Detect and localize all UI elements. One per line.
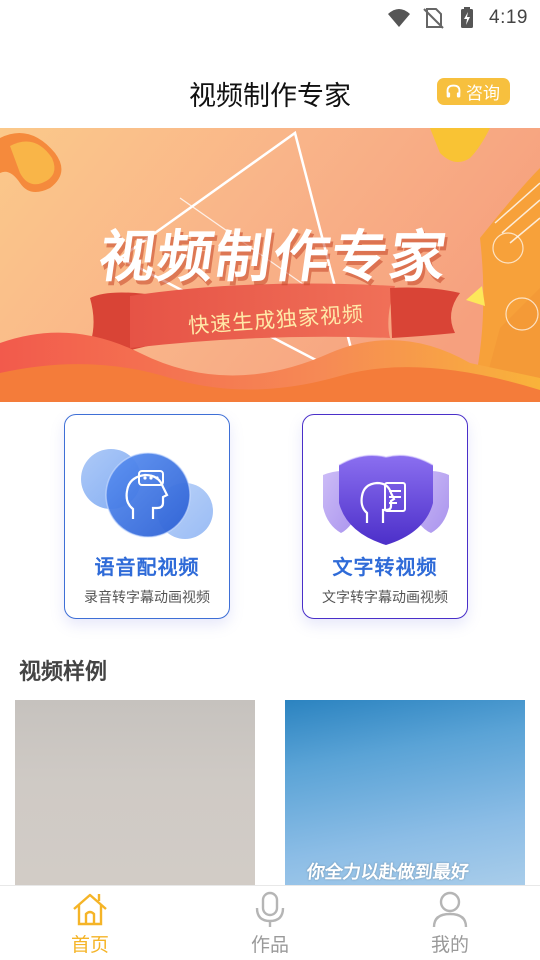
consult-label: 咨询 [466,84,500,104]
sample-caption: 你全力以赴做到最好 [305,862,470,883]
nav-profile-label: 我的 [430,934,469,956]
sample-video-thumbnail[interactable]: 你全力以赴做到最好 [285,700,525,886]
samples-section-title: 视频样例 [19,660,108,685]
battery-charging-icon [461,7,474,28]
nav-home[interactable]: 首页 [0,886,180,960]
bottom-nav: 首页 作品 我的 [0,885,540,960]
voice-to-video-card[interactable]: 语音配视频 录音转字幕动画视频 [64,414,230,619]
headset-icon [446,84,461,98]
microphone-icon [255,891,285,927]
text-to-video-card[interactable]: 文字转视频 文字转字幕动画视频 [302,414,468,619]
voice-chat-icon [81,449,213,539]
home-icon [73,893,107,926]
sample-video-thumbnail[interactable] [15,700,255,886]
text-shield-icon [323,454,449,545]
user-icon [432,891,468,928]
no-sim-icon [423,8,444,29]
app-header: 视频制作专家 咨询 [0,60,540,128]
status-bar: 4:19 [0,0,540,36]
voice-card-title: 语音配视频 [94,555,200,579]
text-card-desc: 文字转字幕动画视频 [322,590,448,606]
voice-card-desc: 录音转字幕动画视频 [84,590,210,606]
wifi-icon [388,9,411,27]
clock: 4:19 [489,7,528,28]
nav-home-label: 首页 [70,934,109,956]
banner-title: 视频制作专家 [94,225,452,290]
hero-banner[interactable]: 视频制作专家 快速生成独家视频 [0,128,540,402]
nav-profile[interactable]: 我的 [360,886,540,960]
text-card-title: 文字转视频 [332,555,438,579]
nav-works-label: 作品 [250,934,289,956]
nav-works[interactable]: 作品 [180,886,360,960]
consult-button[interactable]: 咨询 [437,78,510,105]
